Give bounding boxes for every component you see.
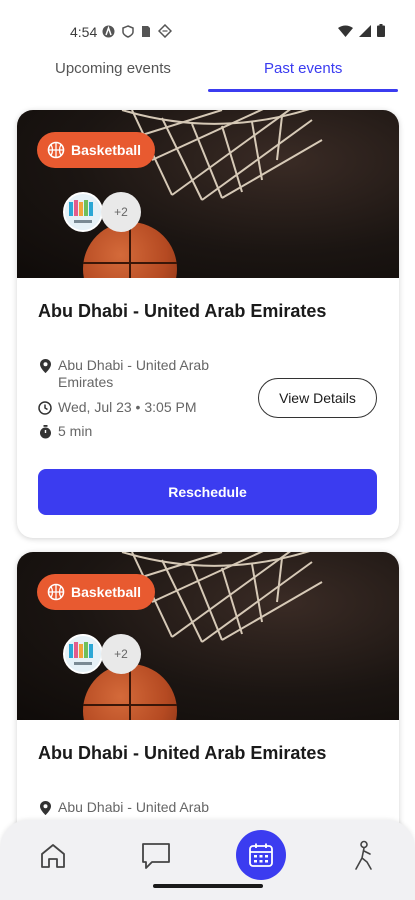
participant-avatar bbox=[63, 192, 103, 232]
location-pin-icon bbox=[38, 800, 52, 816]
basketball-icon bbox=[47, 141, 65, 159]
duration-text: 5 min bbox=[58, 423, 93, 439]
reschedule-button[interactable]: Reschedule bbox=[38, 469, 377, 515]
home-indicator bbox=[153, 884, 263, 888]
event-title: Abu Dhabi - United Arab Emirates bbox=[38, 301, 327, 321]
event-duration: 5 min bbox=[38, 423, 92, 440]
sport-label: Basketball bbox=[71, 584, 142, 600]
stopwatch-icon bbox=[38, 424, 52, 440]
signal-icon bbox=[359, 24, 371, 37]
basketball-icon bbox=[47, 583, 65, 601]
event-image: Basketball +2 bbox=[17, 110, 399, 278]
location-text: Abu Dhabi - United Arab Emirates bbox=[58, 357, 209, 390]
diamond-icon bbox=[158, 24, 172, 38]
participant-avatar bbox=[63, 634, 103, 674]
battery-icon bbox=[377, 24, 385, 37]
sport-label: Basketball bbox=[71, 142, 142, 158]
status-time: 4:54 bbox=[70, 24, 98, 40]
event-location: Abu Dhabi - United Arab Emirates bbox=[38, 357, 228, 391]
location-text: Abu Dhabi - United Arab bbox=[58, 799, 209, 815]
event-card[interactable]: Basketball +2 Abu Dhabi - United Arab Em… bbox=[17, 110, 399, 538]
event-title: Abu Dhabi - United Arab Emirates bbox=[38, 743, 327, 763]
participants[interactable]: +2 bbox=[63, 192, 141, 232]
nav-chat[interactable] bbox=[136, 836, 176, 876]
more-participants-count: +2 bbox=[101, 634, 141, 674]
status-bar: 4:54 bbox=[0, 0, 415, 58]
wifi-icon bbox=[338, 25, 353, 37]
more-participants-count: +2 bbox=[101, 192, 141, 232]
chat-icon bbox=[142, 843, 170, 869]
bottom-nav bbox=[0, 820, 415, 900]
sport-badge: Basketball bbox=[37, 132, 156, 168]
nav-home[interactable] bbox=[33, 836, 73, 876]
datetime-text: Wed, Jul 23 • 3:05 PM bbox=[58, 399, 197, 415]
event-location: Abu Dhabi - United Arab bbox=[38, 799, 228, 816]
person-icon bbox=[355, 840, 372, 870]
home-icon bbox=[41, 844, 65, 868]
event-datetime: Wed, Jul 23 • 3:05 PM bbox=[38, 399, 197, 416]
sport-badge: Basketball bbox=[37, 574, 156, 610]
participants[interactable]: +2 bbox=[63, 634, 141, 674]
tab-past-events[interactable]: Past events bbox=[264, 60, 342, 77]
calendar-icon bbox=[249, 843, 273, 867]
a-badge-icon bbox=[102, 25, 115, 37]
event-image: Basketball +2 bbox=[17, 552, 399, 720]
view-details-button[interactable]: View Details bbox=[258, 378, 377, 418]
shield-icon bbox=[122, 24, 134, 38]
clock-icon bbox=[38, 400, 52, 416]
active-tab-indicator bbox=[208, 89, 398, 92]
nav-profile[interactable] bbox=[344, 836, 384, 876]
location-pin-icon bbox=[38, 358, 52, 374]
nav-calendar[interactable] bbox=[236, 830, 286, 880]
sim-icon bbox=[142, 25, 150, 37]
tab-upcoming-events[interactable]: Upcoming events bbox=[55, 60, 171, 77]
event-tabs: Upcoming events Past events bbox=[0, 58, 415, 92]
